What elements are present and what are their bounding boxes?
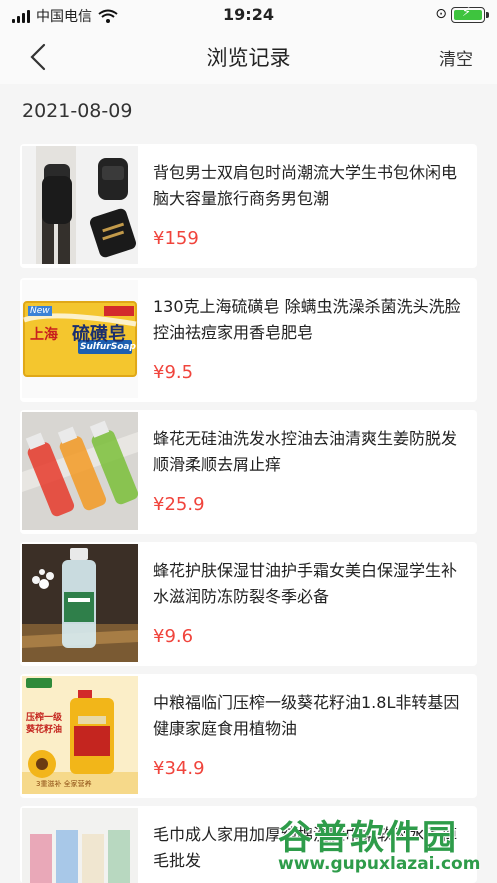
lock-rotation-icon: ⊙ (435, 6, 447, 22)
oil-line2: 葵花籽油 (26, 725, 63, 735)
product-price: ¥159 (153, 228, 199, 249)
watermark-logo: 谷普软件园 www.gupuxlazai.com (274, 810, 496, 882)
product-price: ¥34.9 (153, 758, 205, 779)
product-title: 130克上海硫磺皂 除螨虫洗澡杀菌洗头洗脸控油祛痘家用香皂肥皂 (153, 297, 461, 342)
page-title: 浏览记录 (206, 46, 291, 70)
watermark-url: www.gupuxlazai.com (278, 854, 481, 874)
product-title: 蜂花无硅油洗发水控油去油清爽生姜防脱发顺滑柔顺去屑止痒 (153, 429, 458, 474)
product-title: 蜂花护肤保湿甘油护手霜女美白保湿学生补水滋润防冻防裂冬季必备 (153, 561, 458, 606)
date-group-label: 2021-08-09 (22, 100, 133, 122)
list-item[interactable]: New 上海 硫磺皂 SulfurSoap 130克上海硫磺皂 除螨虫洗澡杀菌洗… (20, 278, 477, 402)
product-title: 背包男士双肩包时尚潮流大学生书包休闲电脑大容量旅行商务男包潮 (153, 163, 458, 208)
soap-new-badge: New (28, 306, 52, 316)
product-image (22, 808, 138, 883)
list-item[interactable]: 蜂花无硅油洗发水控油去油清爽生姜防脱发顺滑柔顺去屑止痒 ¥25.9 (20, 410, 477, 534)
product-image: New 上海 硫磺皂 SulfurSoap (22, 280, 138, 398)
soap-brand: 上海 (30, 327, 58, 343)
battery-icon: ⚡ (451, 5, 489, 23)
product-image (22, 412, 138, 530)
product-price: ¥9.6 (153, 626, 194, 647)
list-item[interactable]: 背包男士双肩包时尚潮流大学生书包休闲电脑大容量旅行商务男包潮 ¥159 (20, 144, 477, 268)
status-time: 19:24 (223, 5, 274, 24)
nav-bar: 浏览记录 清空 (0, 30, 497, 84)
list-item[interactable]: 压榨一级 葵花籽油 3重滋补 全家营养 中粮福临门压榨一级葵花籽油1.8L非转基… (20, 674, 477, 798)
product-image (22, 146, 138, 264)
product-image (22, 544, 138, 662)
clear-button[interactable]: 清空 (439, 45, 473, 70)
product-image: 压榨一级 葵花籽油 3重滋补 全家营养 (22, 676, 138, 794)
soap-english: SulfurSoap (80, 342, 136, 352)
oil-footer: 3重滋补 全家营养 (36, 780, 92, 788)
status-bar: 中国电信 19:24 ⊙ ⚡ (0, 0, 497, 30)
product-price: ¥9.5 (153, 362, 194, 383)
watermark-name: 谷普软件园 (278, 818, 458, 858)
product-price: ¥25.9 (153, 494, 205, 515)
product-title: 中粮福临门压榨一级葵花籽油1.8L非转基因健康家庭食用植物油 (153, 693, 460, 738)
list-item[interactable]: 蜂花护肤保湿甘油护手霜女美白保湿学生补水滋润防冻防裂冬季必备 ¥9.6 (20, 542, 477, 666)
